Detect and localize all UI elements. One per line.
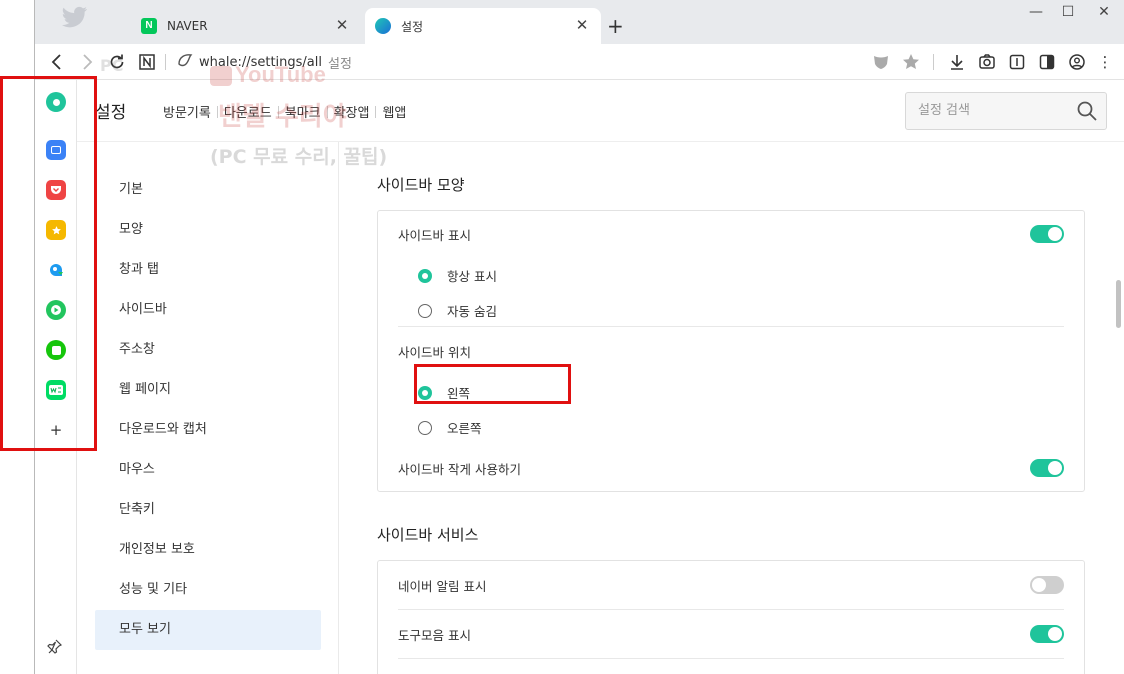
- toolbox-label: 도구모음 표시: [398, 628, 471, 643]
- whale-icon: [375, 18, 391, 34]
- menu-item-performance[interactable]: 성능 및 기타: [95, 570, 321, 610]
- sidebar-small-toggle[interactable]: [1030, 459, 1064, 477]
- pin-icon[interactable]: [47, 638, 63, 658]
- nav-webapps[interactable]: 웹앱: [376, 102, 412, 121]
- settings-menu: 기본 모양 창과 탭 사이드바 주소창 웹 페이지 다운로드와 캡처 마우스 단…: [77, 142, 339, 674]
- menu-item-shortcuts[interactable]: 단축키: [95, 490, 321, 530]
- radio-auto-hide[interactable]: 자동 숨김: [418, 301, 497, 320]
- menu-item-address-bar[interactable]: 주소창: [95, 330, 321, 370]
- menu-item-mouse[interactable]: 마우스: [95, 450, 321, 490]
- radio-always-show[interactable]: 항상 표시: [418, 266, 497, 285]
- star-icon[interactable]: [901, 52, 921, 72]
- tab-settings[interactable]: 설정 ✕: [365, 8, 601, 44]
- reload-icon[interactable]: [107, 52, 127, 72]
- reader-mode-icon[interactable]: [1007, 52, 1027, 72]
- more-menu-icon[interactable]: ⋮: [1095, 52, 1115, 72]
- settings-content: 사이드바 모양 사이드바 표시 항상 표시 자동 숨김 사이드바 위치 왼쪽 오…: [339, 142, 1111, 674]
- sidebar-appearance-card: 사이드바 표시 항상 표시 자동 숨김 사이드바 위치 왼쪽 오른쪽 사이드바 …: [377, 210, 1085, 492]
- new-tab-icon[interactable]: +: [607, 14, 624, 38]
- menu-item-privacy[interactable]: 개인정보 보호: [95, 530, 321, 570]
- toolbar: whale://settings/all 설정 ⋮: [35, 44, 1124, 80]
- page-title-text: 설정: [328, 56, 352, 72]
- nav-downloads[interactable]: 다운로드: [218, 102, 278, 121]
- radio-label: 자동 숨김: [447, 304, 497, 319]
- section-title-sidebar-services: 사이드바 서비스: [377, 526, 479, 544]
- whale-logo-icon: [177, 52, 193, 72]
- radio-selected-icon: [418, 268, 432, 283]
- menu-item-windows-tabs[interactable]: 창과 탭: [95, 250, 321, 290]
- sidebar-small-label: 사이드바 작게 사용하기: [398, 462, 521, 477]
- nav-extensions[interactable]: 확장앱: [328, 102, 376, 121]
- highlight-box-sidebar: [0, 76, 97, 451]
- naver-alarm-label: 네이버 알림 표시: [398, 579, 487, 594]
- url-text: whale://settings/all: [199, 54, 322, 70]
- close-tab-icon[interactable]: ✕: [573, 16, 591, 34]
- nav-bookmarks[interactable]: 북마크: [279, 102, 327, 121]
- profile-icon[interactable]: [1067, 52, 1087, 72]
- maximize-icon[interactable]: ☐: [1053, 4, 1083, 20]
- tab-title: 설정: [401, 19, 424, 34]
- minimize-icon[interactable]: —: [1021, 4, 1051, 20]
- shield-icon[interactable]: [871, 52, 891, 72]
- sidebar-position-label: 사이드바 위치: [398, 345, 471, 360]
- sidebar-show-toggle[interactable]: [1030, 225, 1064, 243]
- menu-item-basic[interactable]: 기본: [95, 170, 321, 210]
- back-icon[interactable]: [47, 52, 67, 72]
- tab-title: NAVER: [167, 19, 208, 33]
- menu-item-web-page[interactable]: 웹 페이지: [95, 370, 321, 410]
- menu-item-appearance[interactable]: 모양: [95, 210, 321, 250]
- search-icon[interactable]: [1076, 100, 1098, 122]
- browser-window: N NAVER ✕ 설정 ✕ + — ☐ ✕ whale://settings/…: [34, 0, 1124, 674]
- search-input[interactable]: [918, 103, 1068, 118]
- naver-home-icon[interactable]: [137, 52, 157, 72]
- radio-label: 항상 표시: [447, 269, 497, 284]
- settings-search: [905, 92, 1107, 130]
- toolbox-toggle[interactable]: [1030, 625, 1064, 643]
- radio-unselected-icon: [418, 420, 432, 435]
- download-icon[interactable]: [947, 52, 967, 72]
- scrollbar-track[interactable]: [1111, 142, 1124, 674]
- radio-label: 오른쪽: [447, 421, 482, 436]
- settings-nav: 방문기록 다운로드 북마크 확장앱 웹앱: [157, 102, 412, 121]
- menu-item-show-all[interactable]: 모두 보기: [95, 610, 321, 650]
- close-window-icon[interactable]: ✕: [1089, 4, 1119, 20]
- close-tab-icon[interactable]: ✕: [333, 16, 351, 34]
- section-title-sidebar-appearance: 사이드바 모양: [377, 176, 465, 194]
- menu-item-sidebar[interactable]: 사이드바: [95, 290, 321, 330]
- camera-icon[interactable]: [977, 52, 997, 72]
- twitter-bird-icon: [61, 6, 89, 28]
- nav-history[interactable]: 방문기록: [157, 102, 217, 121]
- naver-icon: N: [141, 18, 157, 34]
- address-bar[interactable]: whale://settings/all 설정: [177, 52, 352, 72]
- radio-right[interactable]: 오른쪽: [418, 418, 482, 437]
- forward-icon[interactable]: [77, 52, 97, 72]
- radio-unselected-icon: [418, 303, 432, 318]
- settings-header: 설정 방문기록 다운로드 북마크 확장앱 웹앱: [77, 80, 1124, 142]
- page-title: 설정: [95, 103, 127, 123]
- highlight-box-left-option: [414, 364, 571, 404]
- tab-strip: N NAVER ✕ 설정 ✕ + — ☐ ✕: [35, 0, 1124, 44]
- naver-alarm-toggle[interactable]: [1030, 576, 1064, 594]
- split-view-icon[interactable]: [1037, 52, 1057, 72]
- scrollbar-thumb[interactable]: [1116, 280, 1121, 328]
- tab-naver[interactable]: N NAVER ✕: [131, 8, 361, 44]
- sidebar-services-card: 네이버 알림 표시 도구모음 표시: [377, 560, 1085, 674]
- sidebar-show-label: 사이드바 표시: [398, 228, 471, 243]
- menu-item-download-capture[interactable]: 다운로드와 캡처: [95, 410, 321, 450]
